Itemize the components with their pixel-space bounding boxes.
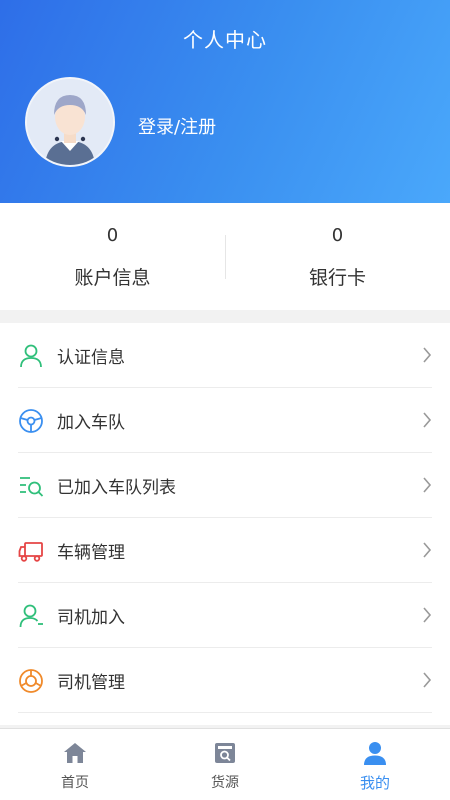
tab-label-profile: 我的	[359, 774, 390, 792]
menu-item-fleet-list[interactable]: 已加入车队列表	[0, 453, 450, 518]
stats-divider	[225, 235, 226, 279]
menu-label-driver-management: 司机管理	[57, 673, 125, 693]
account-info-count: 0	[106, 225, 119, 246]
tab-label-home: 首页	[61, 775, 89, 791]
tab-profile[interactable]: 我的	[300, 729, 450, 800]
tab-home[interactable]: 首页	[0, 729, 150, 800]
bank-card-label: 银行卡	[308, 267, 366, 289]
chevron-right-icon	[423, 672, 432, 688]
stats-panel: 0 账户信息 0 银行卡	[0, 203, 450, 310]
menu-item-driver-management[interactable]: 司机管理	[0, 648, 450, 713]
menu-label-verification: 认证信息	[57, 348, 125, 368]
chevron-right-icon	[423, 542, 432, 558]
bottom-tab-bar: 首页 货源 我的	[0, 728, 450, 800]
chevron-right-icon	[423, 347, 432, 363]
account-info-stat[interactable]: 0 账户信息	[0, 203, 225, 310]
menu-item-driver-join[interactable]: 司机加入	[0, 583, 450, 648]
chevron-right-icon	[423, 477, 432, 493]
profile-icon	[364, 742, 386, 765]
user-verify-icon	[18, 343, 44, 369]
menu-list: 认证信息 加入车队 已加入车队列表 车辆管理 司机加入 司机管理	[0, 323, 450, 725]
bank-card-stat[interactable]: 0 银行卡	[225, 203, 450, 310]
login-register-link[interactable]: 登录/注册	[138, 113, 216, 139]
menu-label-fleet-list: 已加入车队列表	[57, 478, 176, 498]
menu-item-verification[interactable]: 认证信息	[0, 323, 450, 388]
page-title: 个人中心	[183, 28, 267, 52]
tab-label-cargo: 货源	[211, 775, 239, 791]
home-icon	[64, 743, 86, 763]
bank-card-count: 0	[331, 225, 344, 246]
chevron-right-icon	[423, 412, 432, 428]
list-search-icon	[18, 473, 44, 499]
menu-item-vehicle-management[interactable]: 车辆管理	[0, 518, 450, 583]
truck-icon	[18, 538, 44, 564]
driver-add-icon	[18, 603, 44, 629]
menu-label-vehicle-management: 车辆管理	[57, 543, 125, 563]
driver-manage-icon	[18, 668, 44, 694]
tab-cargo[interactable]: 货源	[150, 729, 300, 800]
menu-item-join-fleet[interactable]: 加入车队	[0, 388, 450, 453]
steering-wheel-icon	[18, 408, 44, 434]
profile-header: 个人中心 登录/注册	[0, 0, 450, 203]
account-info-label: 账户信息	[74, 267, 151, 289]
menu-label-join-fleet: 加入车队	[57, 413, 125, 433]
avatar[interactable]	[25, 77, 115, 167]
menu-label-driver-join: 司机加入	[57, 608, 125, 628]
chevron-right-icon	[423, 607, 432, 623]
cargo-icon	[215, 743, 235, 763]
avatar-icon	[27, 79, 113, 165]
